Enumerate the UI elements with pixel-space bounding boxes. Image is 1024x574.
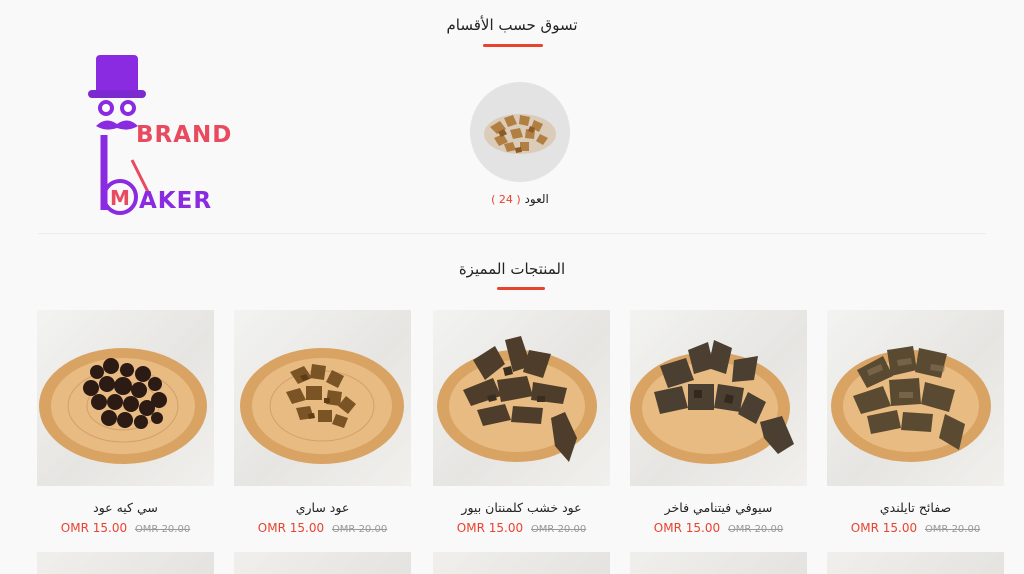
product-card-row2[interactable] (37, 552, 214, 574)
brand-logo-line2: AKER (139, 188, 212, 214)
product-name[interactable]: عود ساري (234, 500, 411, 515)
product-grid: سي كيه عود OMR 15.00 OMR 20.00 عود ساري … (37, 310, 1007, 570)
product-card-row2[interactable] (433, 552, 610, 574)
product-current-price: OMR 15.00 (257, 521, 325, 535)
product-image[interactable] (234, 310, 411, 486)
product-price: OMR 15.00 OMR 20.00 (433, 521, 610, 535)
product-card[interactable]: عود ساري OMR 15.00 OMR 20.00 (234, 310, 411, 535)
section-divider (38, 233, 986, 234)
brand-logo-line1: BRAND (136, 122, 232, 148)
product-price: OMR 15.00 OMR 20.00 (827, 521, 1004, 535)
category-image[interactable] (470, 82, 570, 182)
product-price: OMR 15.00 OMR 20.00 (630, 521, 807, 535)
product-card-row2[interactable] (630, 552, 807, 574)
product-name[interactable]: سيوفي فيتنامي فاخر (630, 500, 807, 515)
product-old-price: OMR 20.00 (924, 524, 981, 535)
featured-title: المنتجات المميزة (458, 260, 566, 278)
product-old-price: OMR 20.00 (331, 524, 388, 535)
product-card[interactable]: سيوفي فيتنامي فاخر OMR 15.00 OMR 20.00 (630, 310, 807, 535)
featured-title-underline (497, 287, 545, 290)
product-card[interactable]: صفائح تايلندي OMR 15.00 OMR 20.00 (827, 310, 1004, 535)
category-name[interactable]: العود (525, 192, 549, 206)
product-name[interactable]: صفائح تايلندي (827, 500, 1004, 515)
product-current-price: OMR 15.00 (653, 521, 721, 535)
product-current-price: OMR 15.00 (456, 521, 524, 535)
product-image[interactable] (827, 310, 1004, 486)
product-card-row2[interactable] (827, 552, 1004, 574)
categories-title: تسوق حسب الأقسام (446, 16, 578, 34)
product-card[interactable]: عود خشب كلمنتان بيور OMR 15.00 OMR 20.00 (433, 310, 610, 535)
product-old-price: OMR 20.00 (530, 524, 587, 535)
brand-logo-m: M (110, 186, 130, 210)
product-name[interactable]: سي كيه عود (37, 500, 214, 515)
categories-title-underline (483, 44, 543, 47)
product-card-row2[interactable] (234, 552, 411, 574)
product-image[interactable] (37, 310, 214, 486)
product-old-price: OMR 20.00 (727, 524, 784, 535)
product-price: OMR 15.00 OMR 20.00 (37, 521, 214, 535)
product-card[interactable]: سي كيه عود OMR 15.00 OMR 20.00 (37, 310, 214, 535)
product-old-price: OMR 20.00 (134, 524, 191, 535)
product-price: OMR 15.00 OMR 20.00 (234, 521, 411, 535)
product-image[interactable] (433, 310, 610, 486)
category-item-oud[interactable]: العود ( 24 ) (470, 82, 570, 206)
product-current-price: OMR 15.00 (60, 521, 128, 535)
product-name[interactable]: عود خشب كلمنتان بيور (433, 500, 610, 515)
brand-logo: M BRAND AKER (86, 50, 246, 225)
product-image[interactable] (630, 310, 807, 486)
product-current-price: OMR 15.00 (850, 521, 918, 535)
category-count: ( 24 ) (491, 193, 521, 206)
